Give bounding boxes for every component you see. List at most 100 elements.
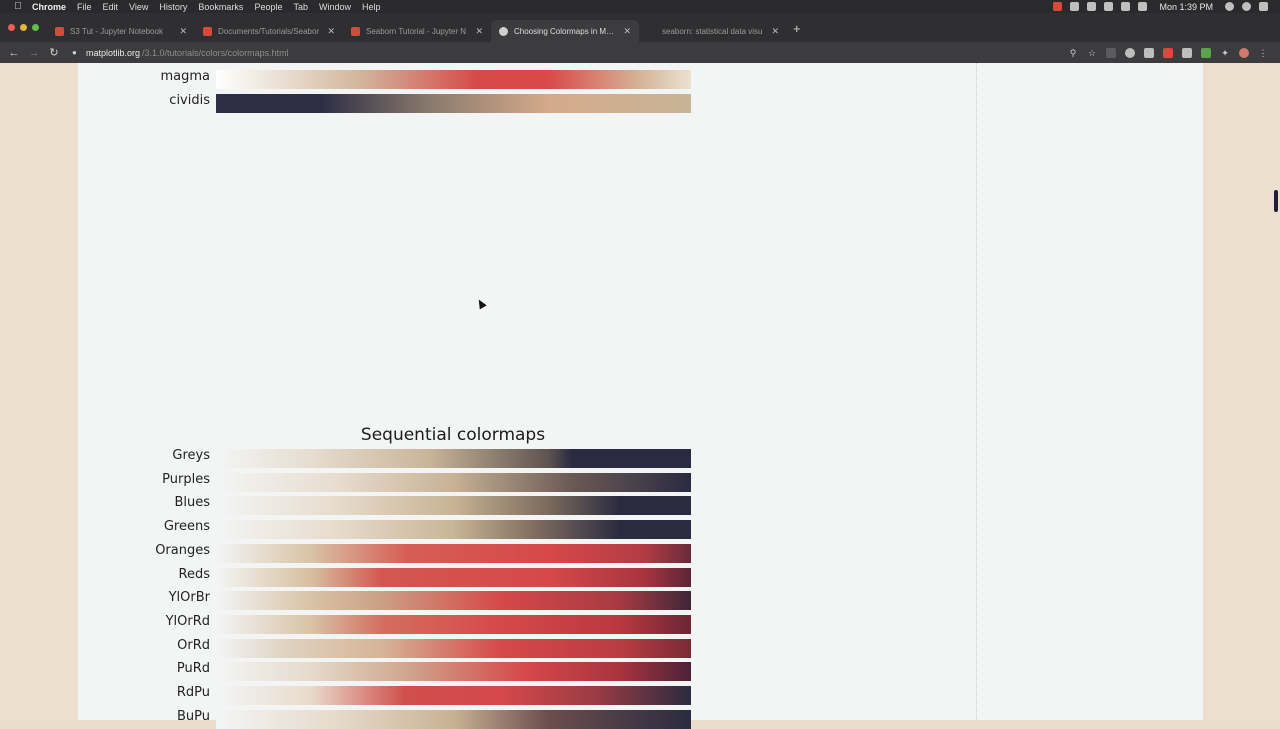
menubar-clock[interactable]: Mon 1:39 PM xyxy=(1159,2,1213,12)
scrollbar-thumb[interactable] xyxy=(1274,190,1278,212)
browser-tab[interactable]: S3 Tut - Jupyter Notebook ✕ xyxy=(47,20,195,42)
dropbox-icon[interactable] xyxy=(1087,2,1097,11)
tab-close-icon[interactable]: ✕ xyxy=(771,26,779,37)
notification-center-icon[interactable] xyxy=(1259,2,1268,11)
browser-tab[interactable]: seaborn: statistical data visu ✕ xyxy=(639,20,787,42)
extension-icon[interactable] xyxy=(1163,47,1173,58)
menu-view[interactable]: View xyxy=(129,2,148,12)
colormap-bar xyxy=(216,520,691,540)
tab-title: Choosing Colormaps in Matpl xyxy=(514,26,618,36)
battery-icon[interactable] xyxy=(1138,2,1148,11)
extension-icon[interactable] xyxy=(1201,47,1211,58)
colormap-label: YlOrRd xyxy=(165,613,210,629)
apple-icon[interactable]:  xyxy=(12,1,24,12)
colormap-label: Purples xyxy=(162,471,210,487)
colormap-bar xyxy=(216,662,691,682)
more-menu-icon[interactable]: ⋮ xyxy=(1258,48,1268,58)
colormap-label: OrRd xyxy=(177,637,210,653)
colormap-bar xyxy=(216,638,691,658)
colormap-bar xyxy=(216,709,691,729)
lock-icon[interactable]: ● xyxy=(72,48,80,57)
menubar-status-area: Mon 1:39 PM xyxy=(1053,0,1268,13)
menu-bookmarks[interactable]: Bookmarks xyxy=(198,2,243,12)
colormap-bar xyxy=(216,496,691,516)
siri-icon[interactable] xyxy=(1242,2,1251,11)
menu-edit[interactable]: Edit xyxy=(103,2,119,12)
colormap-label: RdPu xyxy=(176,685,210,700)
colormap-label: BuPu xyxy=(176,708,210,724)
colormap-label: Oranges xyxy=(155,542,210,558)
zoom-icon[interactable]: ⚲ xyxy=(1068,48,1078,58)
bookmark-star-icon[interactable]: ☆ xyxy=(1087,48,1097,58)
tab-favicon-icon xyxy=(351,26,360,36)
figure-title: Sequential colormaps xyxy=(360,425,546,445)
tab-favicon-icon xyxy=(55,26,64,36)
zoom-window-icon[interactable] xyxy=(32,24,39,31)
colormap-bar xyxy=(216,94,691,113)
back-arrow-icon[interactable]: ← xyxy=(4,47,24,59)
menu-app-chrome[interactable]: Chrome xyxy=(32,2,66,12)
new-tab-icon[interactable]: + xyxy=(793,21,801,36)
url-path: /3.1.0/tutorials/colors/colormaps.html xyxy=(142,47,289,58)
tab-close-icon[interactable]: ✕ xyxy=(327,26,335,37)
forward-arrow-icon[interactable]: → xyxy=(24,47,44,59)
browser-tab[interactable]: Documents/Tutorials/Seabor ✕ xyxy=(195,20,343,42)
menu-window[interactable]: Window xyxy=(319,2,351,12)
colormap-bar xyxy=(216,591,691,611)
record-icon[interactable] xyxy=(1053,2,1063,11)
tab-title: S3 Tut - Jupyter Notebook xyxy=(70,26,163,36)
extension-icon[interactable] xyxy=(1144,47,1154,58)
tab-close-icon[interactable]: ✕ xyxy=(475,26,483,37)
puzzle-extensions-icon[interactable]: ✦ xyxy=(1220,48,1230,58)
extension-icon[interactable] xyxy=(1125,47,1135,58)
browser-tab-active[interactable]: Choosing Colormaps in Matpl ✕ xyxy=(491,20,639,42)
browser-tab[interactable]: Seaborn Tutorial - Jupyter N ✕ xyxy=(343,20,491,42)
colormap-bar xyxy=(216,449,691,468)
colormap-bar xyxy=(216,472,691,492)
tab-close-icon[interactable]: ✕ xyxy=(179,26,187,37)
menu-history[interactable]: History xyxy=(159,2,187,12)
colormap-label: PuRd xyxy=(176,661,210,677)
profile-avatar[interactable] xyxy=(1239,47,1249,58)
menu-people[interactable]: People xyxy=(254,2,282,12)
menu-tab[interactable]: Tab xyxy=(293,2,308,12)
docs-content-area: magma cividis Sequential colormaps Greys P… xyxy=(78,63,1203,729)
wifi-icon[interactable] xyxy=(1121,2,1131,11)
colormap-bar xyxy=(216,567,691,587)
address-bar[interactable]: ● matplotlib.org /3.1.0/tutorials/colors… xyxy=(64,44,1034,61)
close-window-icon[interactable] xyxy=(8,24,15,31)
cloud-icon[interactable] xyxy=(1070,2,1080,11)
colormap-bar xyxy=(216,70,691,89)
url-domain: matplotlib.org xyxy=(86,47,141,58)
extension-icon[interactable] xyxy=(1182,47,1192,58)
reload-icon[interactable]: ↻ xyxy=(44,46,64,59)
browser-toolbar: ← → ↻ ● matplotlib.org /3.1.0/tutorials/… xyxy=(0,42,1280,63)
colormap-label: Greys xyxy=(172,448,210,463)
minimize-window-icon[interactable] xyxy=(20,24,27,31)
tab-close-icon[interactable]: ✕ xyxy=(623,26,631,37)
sidebar-divider xyxy=(976,63,977,720)
tab-title: Documents/Tutorials/Seabor xyxy=(218,26,320,36)
colormap-label: Reds xyxy=(178,566,210,582)
menu-file[interactable]: File xyxy=(77,2,92,12)
spotlight-search-icon[interactable] xyxy=(1225,2,1234,11)
tab-favicon-icon xyxy=(203,26,212,36)
window-controls xyxy=(8,24,39,31)
tab-favicon-icon xyxy=(499,26,508,36)
tab-favicon-icon xyxy=(647,26,656,36)
tab-title: Seaborn Tutorial - Jupyter N xyxy=(366,26,467,36)
colormap-bar xyxy=(216,614,691,634)
colormap-label: YlOrBr xyxy=(168,590,210,606)
extension-icon[interactable] xyxy=(1106,47,1116,58)
colormap-bar xyxy=(216,543,691,563)
bluetooth-icon[interactable] xyxy=(1104,2,1114,11)
colormap-label: Blues xyxy=(174,495,210,511)
macos-menu-bar:  Chrome File Edit View History Bookmark… xyxy=(0,0,1280,13)
tab-title: seaborn: statistical data visu xyxy=(662,26,763,36)
browser-extension-area: ⚲ ☆ ✦ ⋮ xyxy=(1068,42,1268,63)
colormap-label: Greens xyxy=(163,519,210,535)
web-page: magma cividis Sequential colormaps Greys P… xyxy=(0,63,1280,729)
menu-help[interactable]: Help xyxy=(362,2,381,12)
browser-tab-strip: S3 Tut - Jupyter Notebook ✕ Documents/Tu… xyxy=(0,13,1280,42)
colormap-label: magma xyxy=(160,69,210,84)
